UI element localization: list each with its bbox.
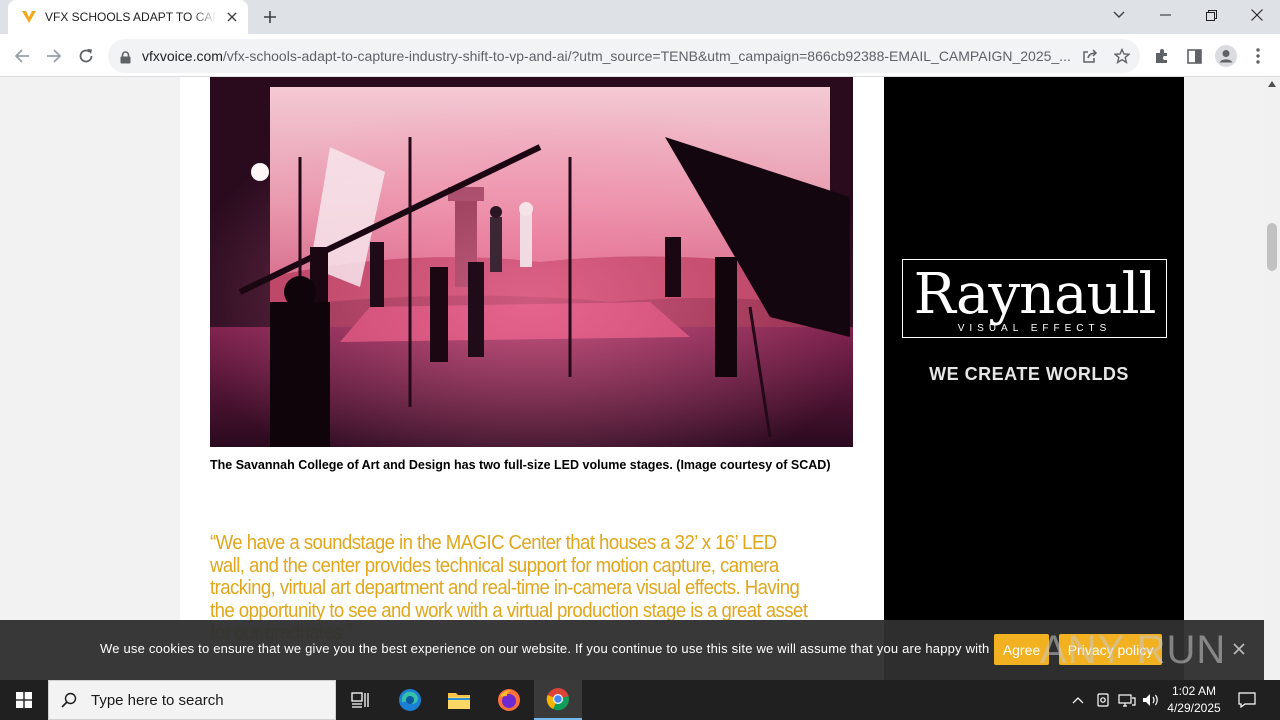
close-window-icon[interactable] (1234, 0, 1280, 30)
url-text[interactable]: vfxvoice.com/vfx-schools-adapt-to-captur… (142, 48, 1072, 64)
anyrun-watermark: ANY RUN (1040, 627, 1227, 672)
share-icon[interactable] (1080, 46, 1100, 66)
raynaull-logo: Raynaull VISUAL EFFECTS (902, 259, 1167, 338)
url-host: vfxvoice.com (142, 48, 223, 64)
ad-brand-subtitle: VISUAL EFFECTS (957, 323, 1112, 334)
device-status-icon[interactable] (1093, 690, 1113, 710)
profile-avatar-icon[interactable] (1212, 42, 1240, 70)
forward-arrow-icon[interactable] (40, 42, 68, 70)
volume-icon[interactable] (1141, 690, 1161, 710)
search-placeholder: Type here to search (91, 691, 224, 709)
file-explorer-icon[interactable] (435, 680, 483, 720)
ad-brand-name: Raynaull (913, 262, 1157, 327)
address-bar[interactable]: vfxvoice.com/vfx-schools-adapt-to-captur… (108, 39, 1140, 73)
minimize-icon[interactable] (1142, 0, 1188, 30)
clock-date: 4/29/2025 (1167, 701, 1221, 715)
system-clock[interactable]: 1:02 AM 4/29/2025 (1160, 683, 1228, 717)
tray-chevron-up-icon[interactable] (1068, 690, 1088, 710)
ad-tagline: WE CREATE WORLDS (929, 364, 1129, 384)
article-column: The Savannah College of Art and Design h… (180, 77, 884, 680)
cookie-consent-banner: We use cookies to ensure that we give yo… (0, 620, 1264, 680)
photo-caption: The Savannah College of Art and Design h… (210, 458, 831, 472)
page-viewport: The Savannah College of Art and Design h… (0, 77, 1264, 680)
vfxvoice-favicon-icon (21, 9, 37, 25)
edge-browser-icon[interactable] (386, 680, 434, 720)
kebab-menu-icon[interactable] (1244, 42, 1272, 70)
lock-icon[interactable] (120, 49, 131, 68)
search-icon (61, 692, 77, 708)
network-icon[interactable] (1117, 690, 1137, 710)
cookie-close-icon[interactable] (1230, 640, 1248, 658)
back-arrow-icon[interactable] (8, 42, 36, 70)
url-path: /vfx-schools-adapt-to-capture-industry-s… (222, 48, 1071, 64)
extensions-puzzle-icon[interactable] (1148, 42, 1176, 70)
clock-time: 1:02 AM (1171, 684, 1217, 698)
sidebar-advertisement[interactable]: Raynaull VISUAL EFFECTS WE CREATE WORLDS (884, 77, 1184, 680)
new-tab-button[interactable] (258, 7, 282, 27)
tab-close-icon[interactable] (224, 9, 240, 25)
article-photo-led-stage (210, 77, 853, 447)
bookmark-star-icon[interactable] (1112, 46, 1132, 66)
tab-title: VFX SCHOOLS ADAPT TO CAPTU (45, 10, 217, 24)
browser-tab-strip: VFX SCHOOLS ADAPT TO CAPTU (0, 0, 1280, 34)
tab-search-chevron-down-icon[interactable] (1096, 0, 1142, 30)
scroll-up-arrow-icon[interactable] (1268, 81, 1276, 87)
notification-center-icon[interactable] (1236, 690, 1258, 710)
reload-icon[interactable] (72, 42, 100, 70)
windows-taskbar: Type here to search 1:02 AM 4/29/2025 (0, 680, 1280, 720)
taskbar-search-box[interactable]: Type here to search (48, 680, 336, 720)
scrollbar-thumb[interactable] (1267, 223, 1277, 271)
chrome-icon[interactable] (534, 680, 582, 720)
browser-toolbar: vfxvoice.com/vfx-schools-adapt-to-captur… (0, 34, 1280, 77)
windows-start-icon[interactable] (0, 680, 48, 720)
cookie-message: We use cookies to ensure that we give yo… (100, 641, 1005, 656)
task-view-icon[interactable] (336, 680, 384, 720)
restore-icon[interactable] (1188, 0, 1234, 30)
side-panel-icon[interactable] (1180, 42, 1208, 70)
firefox-icon[interactable] (485, 680, 533, 720)
browser-tab-active[interactable]: VFX SCHOOLS ADAPT TO CAPTU (8, 0, 248, 34)
page-scrollbar[interactable] (1264, 77, 1280, 680)
